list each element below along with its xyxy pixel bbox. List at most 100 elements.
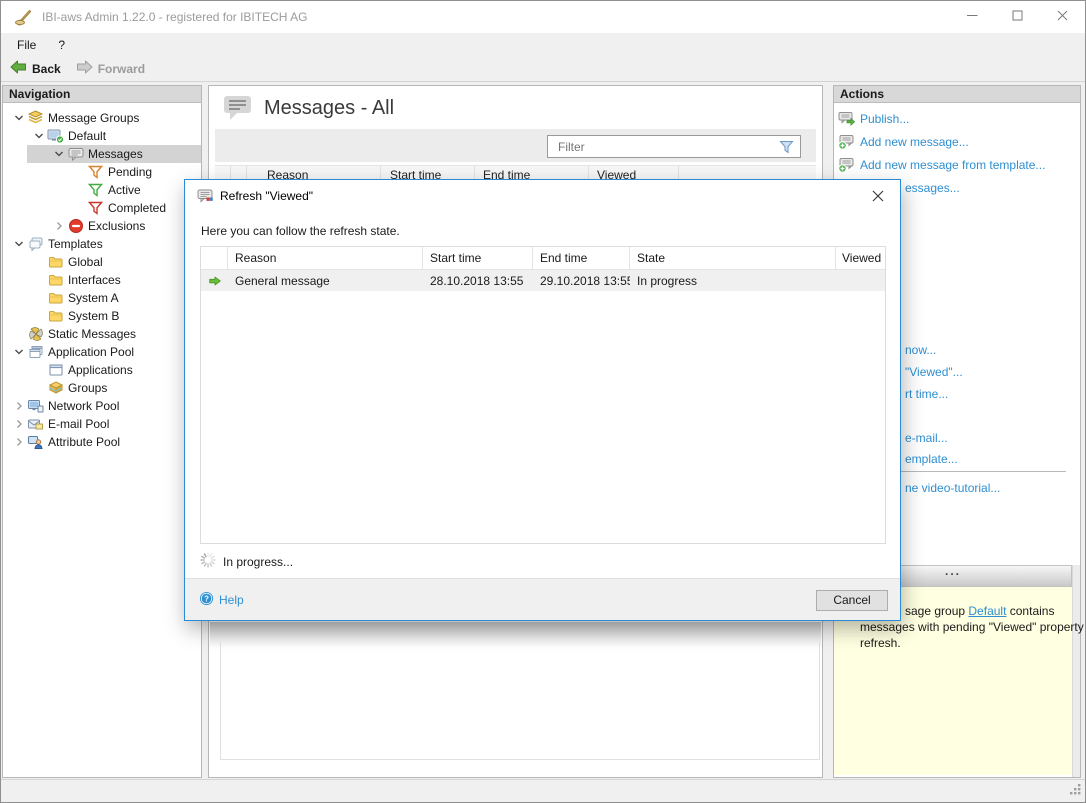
cell-state: In progress	[630, 274, 836, 288]
column-start-time[interactable]: Start time	[423, 247, 533, 269]
nav-item-system-a[interactable]: System A	[3, 289, 201, 307]
back-icon	[10, 60, 27, 77]
nav-item-static-messages[interactable]: Static Messages	[3, 325, 201, 343]
chevron-right-icon[interactable]	[11, 416, 27, 432]
column-viewed[interactable]: Viewed	[836, 247, 885, 269]
dialog-status: In progress...	[200, 552, 293, 571]
page-title: Messages - All	[264, 97, 394, 120]
tree-item-label: Global	[68, 255, 103, 269]
cell-reason: General message	[228, 274, 423, 288]
nav-item-attribute-pool[interactable]: Attribute Pool	[3, 433, 201, 451]
nav-item-active[interactable]: Active	[3, 181, 201, 199]
action-add-new-message[interactable]: Add new message...	[834, 133, 1072, 151]
chevron-right-icon[interactable]	[11, 398, 27, 414]
toolbar: Back Forward	[1, 56, 1085, 82]
maximize-icon	[1012, 10, 1023, 24]
chevron-down-icon[interactable]	[11, 110, 27, 126]
chevron-down-icon[interactable]	[11, 344, 27, 360]
chevron-slot	[31, 380, 47, 396]
application-pool-icon	[27, 344, 44, 360]
tree-item-label: Interfaces	[68, 273, 121, 287]
nav-item-interfaces[interactable]: Interfaces	[3, 271, 201, 289]
help-link[interactable]: ? Help	[199, 591, 244, 609]
tree-item-label: Network Pool	[48, 399, 119, 413]
nav-item-network-pool[interactable]: Network Pool	[3, 397, 201, 415]
column-reason[interactable]: Reason	[228, 247, 423, 269]
navigation-tree: Message Groups Default Messages Pending	[3, 103, 201, 451]
chevron-right-icon[interactable]	[51, 218, 67, 234]
cell-end-time: 29.10.2018 13:55	[533, 274, 630, 288]
menu-help[interactable]: ?	[58, 38, 65, 52]
table-row[interactable]: General message 28.10.2018 13:55 29.10.2…	[201, 270, 885, 291]
action-partial-viewed[interactable]: "Viewed"...	[905, 363, 1072, 381]
chevron-slot	[71, 182, 87, 198]
nav-item-global[interactable]: Global	[3, 253, 201, 271]
publish-icon	[838, 111, 855, 127]
chevron-down-icon[interactable]	[31, 128, 47, 144]
action-partial-start-time[interactable]: rt time...	[905, 385, 1072, 403]
cancel-button[interactable]: Cancel	[816, 590, 888, 611]
refresh-table-header: Reason Start time End time State Viewed	[201, 247, 885, 270]
templates-icon	[27, 236, 44, 252]
add-template-icon	[838, 157, 855, 173]
window-controls	[950, 1, 1085, 33]
nav-item-message-groups[interactable]: Message Groups	[3, 109, 201, 127]
action-partial-template[interactable]: emplate...	[905, 450, 1072, 468]
dialog-bubble-icon	[197, 188, 214, 207]
menu-file[interactable]: File	[17, 38, 36, 52]
action-partial-video-tutorial[interactable]: ne video-tutorial...	[905, 479, 1072, 497]
nav-item-application-pool[interactable]: Application Pool	[3, 343, 201, 361]
chevron-right-icon[interactable]	[11, 434, 27, 450]
attribute-pool-icon	[27, 434, 44, 450]
maximize-button[interactable]	[995, 1, 1040, 33]
close-button[interactable]	[1040, 1, 1085, 33]
tree-item-label: E-mail Pool	[48, 417, 109, 431]
action-partial-now[interactable]: now...	[905, 341, 1072, 359]
action-publish[interactable]: Publish...	[834, 110, 1072, 128]
nav-item-system-b[interactable]: System B	[3, 307, 201, 325]
dialog-close-button[interactable]	[865, 186, 891, 208]
nav-item-exclusions[interactable]: Exclusions	[3, 217, 201, 235]
nav-item-templates[interactable]: Templates	[3, 235, 201, 253]
dialog-close-icon	[872, 190, 884, 205]
column-end-time[interactable]: End time	[533, 247, 630, 269]
header-bubble-icon	[222, 93, 254, 126]
tree-item-label: Messages	[88, 147, 143, 161]
funnel-green-icon	[87, 182, 104, 198]
chevron-down-icon[interactable]	[11, 236, 27, 252]
groups-icon	[47, 380, 64, 396]
nav-item-default[interactable]: Default	[3, 127, 201, 145]
funnel-orange-icon	[87, 164, 104, 180]
navigation-header: Navigation	[3, 86, 201, 103]
chevron-slot	[31, 272, 47, 288]
action-partial-messages[interactable]: essages...	[905, 179, 1072, 197]
tree-item-label: Attribute Pool	[48, 435, 120, 449]
refresh-state-table: Reason Start time End time State Viewed …	[200, 246, 886, 544]
nav-item-applications[interactable]: Applications	[3, 361, 201, 379]
messages-icon	[67, 146, 84, 162]
titlebar: IBI-aws Admin 1.22.0 - registered for IB…	[1, 1, 1085, 33]
refresh-viewed-dialog: Refresh "Viewed" Here you can follow the…	[184, 179, 901, 621]
action-add-new-message-from-template[interactable]: Add new message from template...	[834, 156, 1072, 174]
spinner-icon	[200, 552, 216, 571]
back-button[interactable]: Back	[10, 60, 61, 77]
chevron-down-icon[interactable]	[51, 146, 67, 162]
dialog-intro-text: Here you can follow the refresh state.	[201, 224, 400, 238]
nav-item-e-mail-pool[interactable]: E-mail Pool	[3, 415, 201, 433]
exclusions-icon	[67, 218, 84, 234]
filter-input[interactable]	[548, 140, 779, 154]
actions-scrollbar[interactable]	[1072, 565, 1080, 777]
action-partial-email[interactable]: e-mail...	[905, 429, 1072, 447]
column-state[interactable]: State	[630, 247, 836, 269]
grip-icon[interactable]	[1069, 783, 1082, 799]
nav-item-completed[interactable]: Completed	[3, 199, 201, 217]
nav-item-messages[interactable]: Messages	[3, 145, 201, 163]
minimize-button[interactable]	[950, 1, 995, 33]
filter-icon[interactable]	[779, 140, 795, 154]
forward-button[interactable]: Forward	[76, 60, 145, 77]
nav-item-pending[interactable]: Pending	[3, 163, 201, 181]
nav-item-groups[interactable]: Groups	[3, 379, 201, 397]
chevron-slot	[31, 308, 47, 324]
default-group-link[interactable]: Default	[968, 604, 1006, 618]
tree-item-label: System B	[68, 309, 119, 323]
